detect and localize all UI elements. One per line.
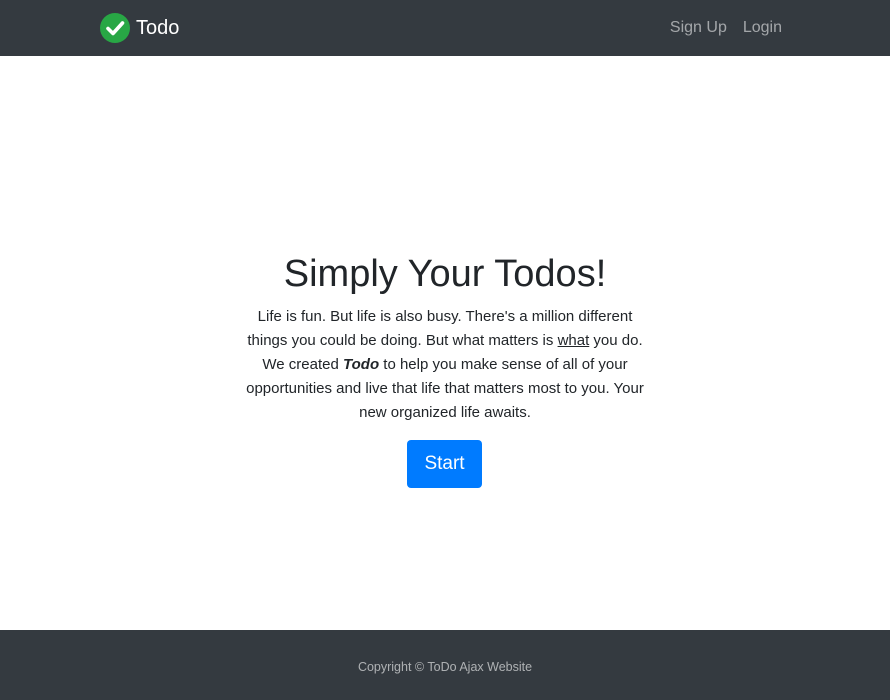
- copyright-text: Copyright © ToDo Ajax Website: [357, 660, 533, 674]
- brand-link[interactable]: Todo: [100, 13, 179, 43]
- check-circle-icon: [100, 13, 130, 43]
- navbar: Todo Sign Up Login: [0, 0, 890, 56]
- start-button[interactable]: Start: [407, 440, 482, 488]
- page-title: Simply Your Todos!: [283, 253, 607, 295]
- brand-name: Todo: [136, 17, 180, 39]
- hero-text-emphasis: what: [557, 332, 590, 349]
- hero-section: Simply Your Todos! Life is fun. But life…: [0, 56, 890, 630]
- nav-links: Sign Up Login: [670, 17, 782, 39]
- login-link[interactable]: Login: [743, 17, 782, 39]
- hero-text-brand: Todo: [343, 356, 380, 373]
- signup-link[interactable]: Sign Up: [670, 17, 727, 39]
- hero-description: Life is fun. But life is also busy. Ther…: [245, 305, 645, 425]
- footer: Copyright © ToDo Ajax Website: [0, 630, 890, 700]
